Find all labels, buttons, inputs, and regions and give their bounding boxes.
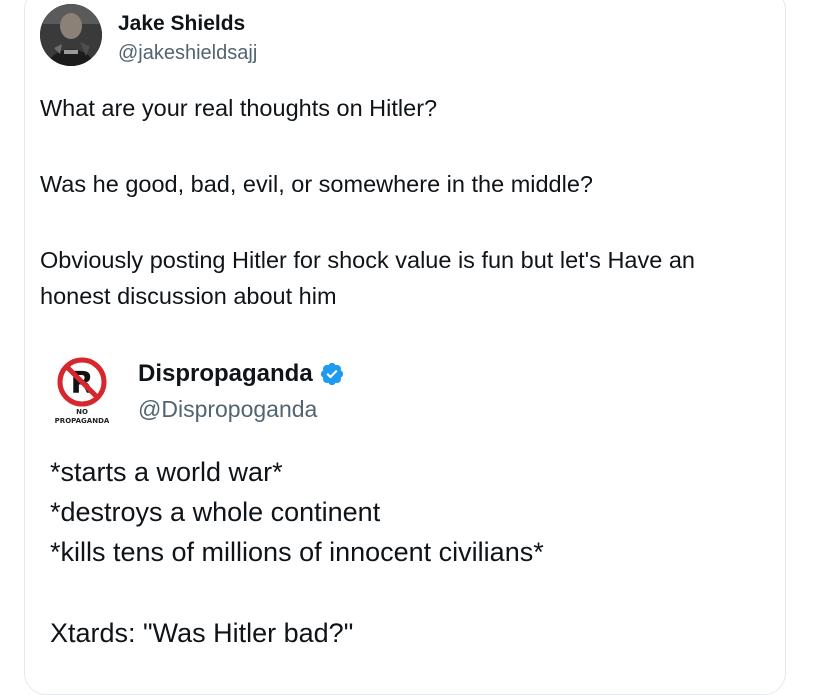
tweet-text: What are your real thoughts on Hitler? W…: [40, 90, 770, 314]
quoted-tweet-text: *starts a world war* *destroys a whole c…: [50, 452, 770, 653]
tweet-paragraph: Obviously posting Hitler for shock value…: [40, 247, 695, 309]
screenshot-frame: Jake Shields @jakeshieldsajj What are yo…: [0, 0, 817, 695]
profile-photo-icon: [40, 4, 102, 66]
quoted-tweet-closing-line: Xtards: "Was Hitler bad?": [50, 618, 354, 648]
svg-text:PROPAGANDA: PROPAGANDA: [55, 417, 110, 425]
quoted-tweet-line: *starts a world war*: [50, 457, 283, 487]
author-avatar[interactable]: [40, 4, 102, 66]
quoted-author-avatar[interactable]: R NO PROPAGANDA: [46, 348, 126, 428]
quoted-author-name[interactable]: Dispropaganda: [138, 360, 313, 388]
quoted-author-name-row: Dispropaganda: [138, 360, 345, 388]
quoted-author-handle[interactable]: @Dispropoganda: [138, 396, 317, 423]
tweet-paragraph: Was he good, bad, evil, or somewhere in …: [40, 171, 593, 197]
quoted-tweet-line: *destroys a whole continent: [50, 497, 381, 527]
svg-text:NO: NO: [76, 408, 88, 416]
author-name[interactable]: Jake Shields: [118, 12, 245, 36]
verified-badge-icon[interactable]: [319, 361, 345, 387]
quoted-tweet-line: *kills tens of millions of innocent civi…: [50, 537, 544, 567]
author-handle[interactable]: @jakeshieldsajj: [118, 42, 257, 65]
tweet-paragraph: What are your real thoughts on Hitler?: [40, 95, 438, 121]
no-propaganda-logo-icon: R NO PROPAGANDA: [55, 357, 110, 425]
